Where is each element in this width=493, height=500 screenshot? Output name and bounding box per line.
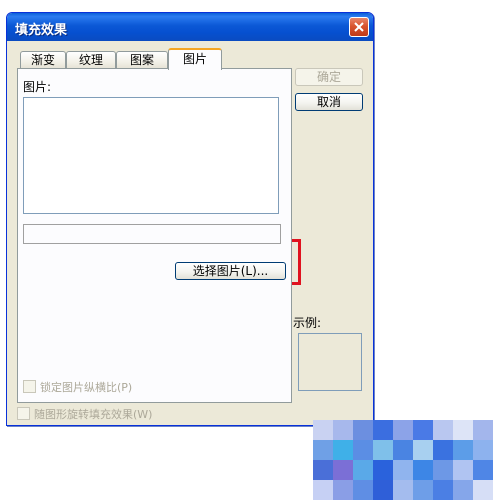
mosaic-tile <box>393 480 413 500</box>
mosaic-tile <box>453 460 473 480</box>
mosaic-tile <box>393 440 413 460</box>
tab-picture[interactable]: 图片 <box>168 48 222 70</box>
mosaic-tile <box>433 460 453 480</box>
mosaic-tile <box>373 460 393 480</box>
mosaic-tile <box>373 440 393 460</box>
mosaic-tile <box>413 460 433 480</box>
watermark-mosaic <box>313 420 493 500</box>
mosaic-tile <box>413 480 433 500</box>
lock-aspect-checkbox[interactable] <box>23 380 36 393</box>
lock-aspect-option[interactable]: 锁定图片纵横比(P) <box>23 379 132 395</box>
mosaic-tile <box>453 420 473 440</box>
titlebar: 填充效果 <box>7 13 373 41</box>
picture-name-field <box>23 224 281 244</box>
mosaic-tile <box>353 460 373 480</box>
mosaic-tile <box>353 440 373 460</box>
rotate-with-shape-checkbox[interactable] <box>17 407 30 420</box>
mosaic-tile <box>353 420 373 440</box>
mosaic-tile <box>453 480 473 500</box>
close-x-icon <box>354 22 364 32</box>
tab-texture[interactable]: 纹理 <box>66 51 116 68</box>
mosaic-tile <box>333 480 353 500</box>
mosaic-tile <box>393 460 413 480</box>
mosaic-tile <box>413 420 433 440</box>
ok-button[interactable]: 确定 <box>295 68 363 86</box>
select-picture-button[interactable]: 选择图片(L)... <box>175 262 286 280</box>
fill-effects-dialog: 填充效果 渐变 纹理 图案 图片 图片: 选择图片(L)... 锁定图片纵横比(… <box>6 12 374 426</box>
rotate-with-shape-label: 随图形旋转填充效果(W) <box>34 408 153 421</box>
tab-label: 图案 <box>129 53 154 67</box>
mosaic-tile <box>333 460 353 480</box>
tab-gradient[interactable]: 渐变 <box>20 51 66 68</box>
mosaic-tile <box>333 440 353 460</box>
tab-label: 纹理 <box>78 53 103 67</box>
sample-preview <box>298 333 362 391</box>
mosaic-tile <box>313 420 333 440</box>
mosaic-tile <box>353 480 373 500</box>
dialog-title: 填充效果 <box>15 23 68 38</box>
mosaic-tile <box>453 440 473 460</box>
mosaic-tile <box>473 420 493 440</box>
lock-aspect-label: 锁定图片纵横比(P) <box>40 381 133 394</box>
screenshot: 填充效果 渐变 纹理 图案 图片 图片: 选择图片(L)... 锁定图片纵横比(… <box>0 0 493 500</box>
mosaic-tile <box>373 480 393 500</box>
mosaic-tile <box>433 480 453 500</box>
mosaic-tile <box>433 440 453 460</box>
mosaic-tile <box>373 420 393 440</box>
tab-label: 图片 <box>182 52 207 66</box>
mosaic-tile <box>313 440 333 460</box>
mosaic-tile <box>393 420 413 440</box>
cancel-button[interactable]: 取消 <box>295 93 363 111</box>
mosaic-tile <box>313 460 333 480</box>
mosaic-tile <box>473 480 493 500</box>
mosaic-tile <box>473 440 493 460</box>
tab-pattern[interactable]: 图案 <box>116 51 168 68</box>
mosaic-tile <box>433 420 453 440</box>
mosaic-tile <box>313 480 333 500</box>
rotate-with-shape-option[interactable]: 随图形旋转填充效果(W) <box>17 406 152 422</box>
picture-tab-panel: 图片: 选择图片(L)... 锁定图片纵横比(P) <box>17 68 292 403</box>
picture-preview <box>23 97 279 214</box>
mosaic-tile <box>413 440 433 460</box>
mosaic-tile <box>333 420 353 440</box>
picture-label: 图片: <box>23 80 52 94</box>
tab-label: 渐变 <box>30 53 55 67</box>
close-button[interactable] <box>349 17 369 37</box>
mosaic-tile <box>473 460 493 480</box>
sample-label: 示例: <box>293 316 322 330</box>
